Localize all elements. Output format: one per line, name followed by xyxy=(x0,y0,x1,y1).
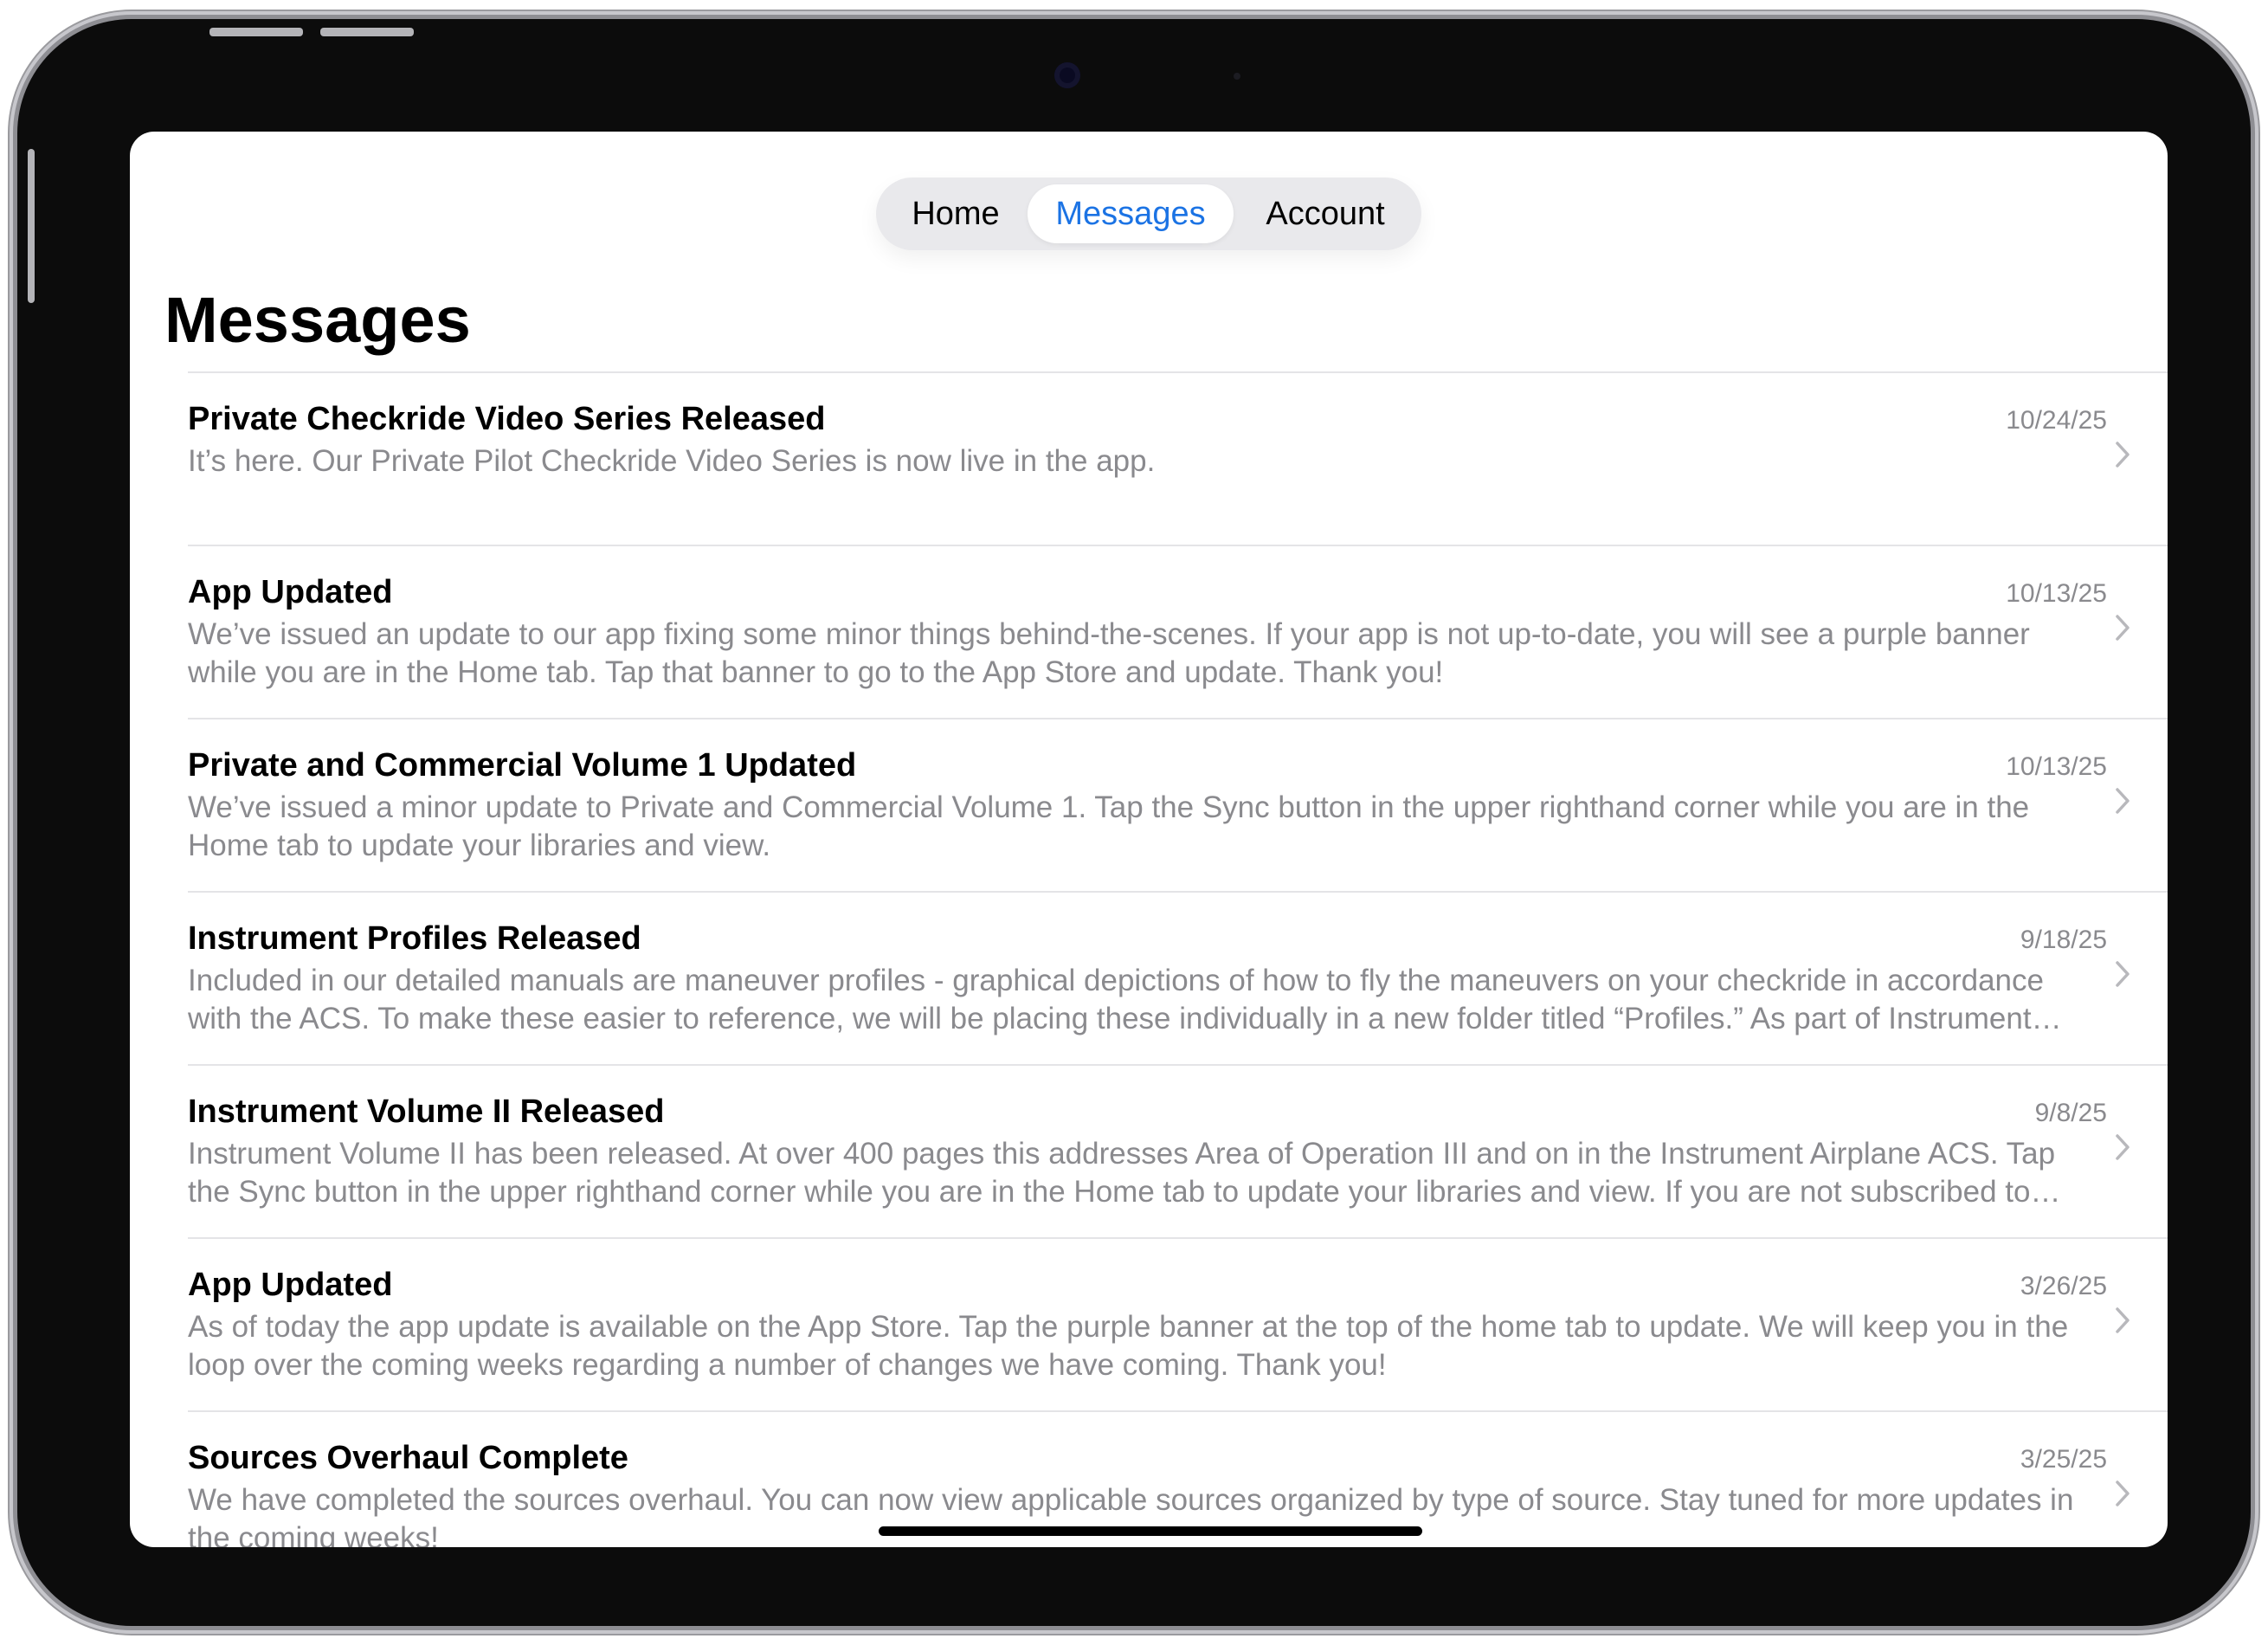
message-date: 3/25/25 xyxy=(2020,1445,2107,1474)
chevron-right-icon xyxy=(2116,788,2129,814)
chevron-right-icon xyxy=(2116,615,2129,641)
message-date: 9/18/25 xyxy=(2020,926,2107,954)
message-row[interactable]: Private Checkride Video Series Released … xyxy=(188,371,2168,545)
message-title: Private and Commercial Volume 1 Updated xyxy=(188,747,857,784)
message-preview: Included in our detailed manuals are man… xyxy=(188,964,2044,1035)
message-preview: We’ve issued an update to our app fixing… xyxy=(188,617,2030,689)
message-date: 10/13/25 xyxy=(2006,752,2107,781)
message-date: 10/13/25 xyxy=(2006,579,2107,608)
page-title: Messages xyxy=(164,284,471,356)
message-date: 9/8/25 xyxy=(2034,1099,2107,1127)
chevron-right-icon xyxy=(2116,1134,2129,1160)
message-preview: As of today the app update is available … xyxy=(188,1310,2069,1382)
volume-down-button xyxy=(320,28,414,36)
message-row[interactable]: App Updated 10/13/25 We’ve issued an upd… xyxy=(188,545,2168,718)
app-screen: Home Messages Account Messages Private C… xyxy=(130,132,2168,1547)
chevron-right-icon xyxy=(2116,961,2129,987)
message-preview: It’s here. Our Private Pilot Checkride V… xyxy=(188,444,1156,478)
message-row[interactable]: App Updated 3/26/25 As of today the app … xyxy=(188,1237,2168,1410)
volume-up-button xyxy=(209,28,303,36)
message-preview: We have completed the sources overhaul. … xyxy=(188,1483,2074,1547)
segmented-tab-bar: Home Messages Account xyxy=(876,177,1421,250)
tab-account[interactable]: Account xyxy=(1240,177,1411,250)
message-title: Instrument Profiles Released xyxy=(188,920,641,957)
power-button xyxy=(28,149,35,303)
message-title: App Updated xyxy=(188,574,393,610)
message-preview: Instrument Volume II has been released. … xyxy=(188,1137,2056,1209)
message-title: App Updated xyxy=(188,1267,393,1303)
message-row[interactable]: Private and Commercial Volume 1 Updated … xyxy=(188,718,2168,891)
message-date: 3/26/25 xyxy=(2020,1272,2107,1300)
ipad-device-frame: Home Messages Account Messages Private C… xyxy=(17,19,2251,1626)
front-camera xyxy=(1054,62,1080,88)
messages-list: Private Checkride Video Series Released … xyxy=(188,371,2168,1547)
message-title: Instrument Volume II Released xyxy=(188,1093,665,1130)
tab-home[interactable]: Home xyxy=(892,177,1020,250)
message-title: Private Checkride Video Series Released xyxy=(188,401,826,437)
tab-messages[interactable]: Messages xyxy=(1028,184,1234,243)
message-row[interactable]: Instrument Profiles Released 9/18/25 Inc… xyxy=(188,891,2168,1064)
chevron-right-icon xyxy=(2116,1307,2129,1333)
message-preview: We’ve issued a minor update to Private a… xyxy=(188,790,2030,862)
ambient-sensor xyxy=(1234,73,1240,80)
chevron-right-icon xyxy=(2116,442,2129,468)
home-indicator[interactable] xyxy=(879,1526,1422,1536)
message-date: 10/24/25 xyxy=(2006,406,2107,435)
chevron-right-icon xyxy=(2116,1480,2129,1506)
message-row[interactable]: Instrument Volume II Released 9/8/25 Ins… xyxy=(188,1064,2168,1237)
message-title: Sources Overhaul Complete xyxy=(188,1440,628,1476)
